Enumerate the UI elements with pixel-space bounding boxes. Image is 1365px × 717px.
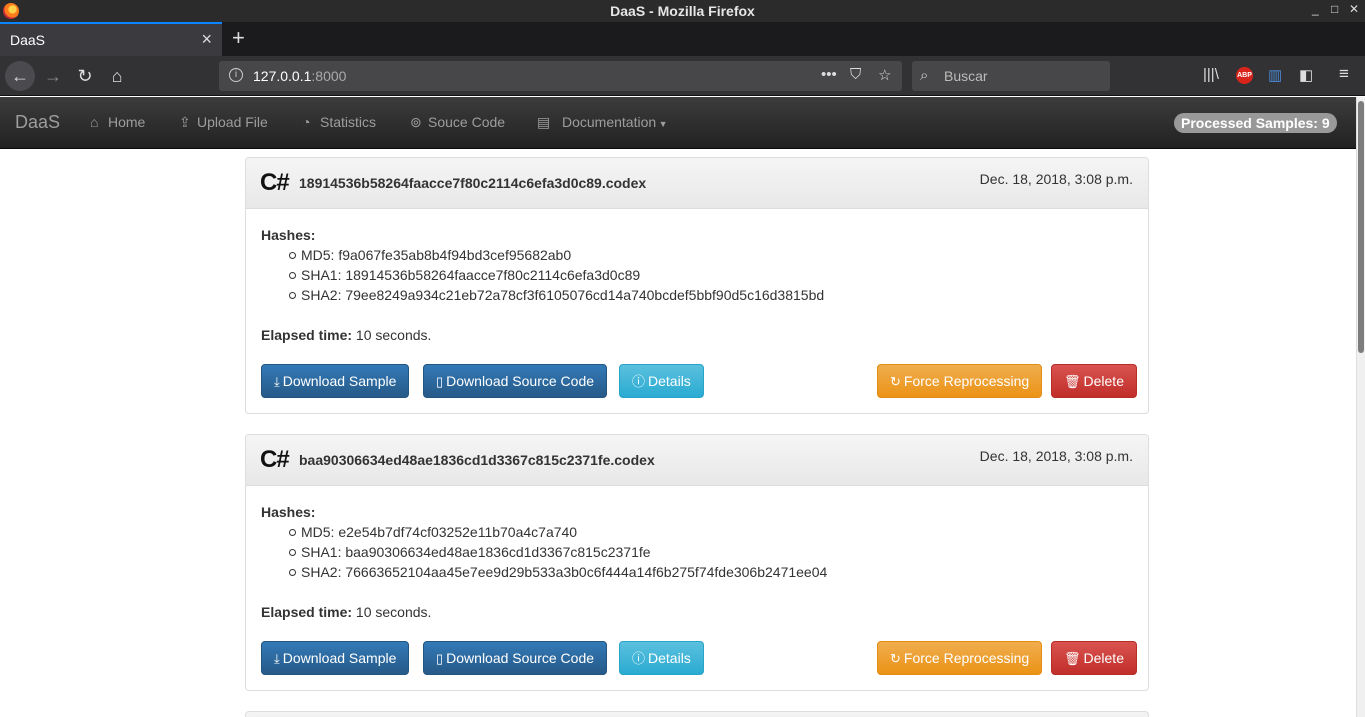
nav-documentation[interactable]: ▤ Documentation ▼ xyxy=(537,114,668,131)
hash-sha2: SHA2: 76663652104aa45e7ee9d29b533a3b0c6f… xyxy=(289,562,1133,582)
book-icon: ▤ xyxy=(537,114,551,130)
sample-panel-partial xyxy=(245,711,1149,717)
search-bar[interactable]: ⌕ Buscar xyxy=(912,61,1110,91)
hashes-title: Hashes: xyxy=(261,504,316,520)
trash-icon: 🗑 xyxy=(1064,651,1081,666)
refresh-icon: ↻ xyxy=(890,374,901,389)
scrollbar-thumb[interactable] xyxy=(1358,101,1364,353)
browser-toolbar: ← → ↻ ⌂ i 127.0.0.1:8000 ••• ⛉ ☆ ⌕ Busca… xyxy=(0,56,1365,96)
tab-strip: DaaS × + xyxy=(0,22,1365,56)
hash-sha1: SHA1: baa90306634ed48ae1836cd1d3367c815c… xyxy=(289,542,1133,562)
adblock-plus-icon[interactable]: ABP xyxy=(1236,67,1253,84)
minimize-button[interactable]: _ xyxy=(1312,2,1319,16)
bookmark-star-icon[interactable]: ☆ xyxy=(878,66,891,84)
download-icon: ⤓ xyxy=(274,374,280,389)
hashes-title: Hashes: xyxy=(261,227,316,243)
download-sample-button[interactable]: ⤓ Download Sample xyxy=(261,641,410,675)
sample-panel-body: Hashes: MD5: f9a067fe35ab8b4f94bd3cef956… xyxy=(261,225,1133,345)
info-icon: ⓘ xyxy=(632,651,646,666)
download-icon: ⤓ xyxy=(274,651,280,666)
sample-panel-header: C# 18914536b58264faacce7f80c2114c6efa3d0… xyxy=(246,158,1148,209)
new-tab-button[interactable]: + xyxy=(232,25,245,51)
search-icon: ⌕ xyxy=(920,67,929,84)
page-scrollbar[interactable] xyxy=(1356,97,1365,717)
sample-filename: 18914536b58264faacce7f80c2114c6efa3d0c89… xyxy=(299,175,647,191)
upload-icon: ⇪ xyxy=(179,114,191,130)
delete-button[interactable]: 🗑 Delete xyxy=(1051,364,1137,398)
code-file-icon: ▯ xyxy=(436,651,444,666)
url-text[interactable]: 127.0.0.1:8000 xyxy=(253,68,346,84)
nav-statistics[interactable]: ◔ Statistics xyxy=(302,114,376,130)
download-source-code-button[interactable]: ▯ Download Source Code xyxy=(423,641,608,675)
download-source-code-button[interactable]: ▯ Download Source Code xyxy=(423,364,608,398)
hash-md5: MD5: e2e54b7df74cf03252e11b70a4c7a740 xyxy=(289,522,1133,542)
hash-list: MD5: f9a067fe35ab8b4f94bd3cef95682ab0 SH… xyxy=(289,245,1133,305)
sample-panel-body: Hashes: MD5: e2e54b7df74cf03252e11b70a4c… xyxy=(261,502,1133,622)
browser-tab[interactable]: DaaS × xyxy=(0,22,222,56)
processed-samples-badge: Processed Samples: 9 xyxy=(1174,113,1337,133)
tab-title: DaaS xyxy=(10,32,46,48)
sample-panel: C# baa90306634ed48ae1836cd1d3367c815c237… xyxy=(245,434,1149,691)
github-icon: ⊚ xyxy=(410,114,422,130)
hash-sha1: SHA1: 18914536b58264faacce7f80c2114c6efa… xyxy=(289,265,1133,285)
window-title: DaaS - Mozilla Firefox xyxy=(610,3,755,19)
os-title-bar: DaaS - Mozilla Firefox _ □ ✕ xyxy=(0,0,1365,22)
download-sample-button[interactable]: ⤓ Download Sample xyxy=(261,364,410,398)
hash-list: MD5: e2e54b7df74cf03252e11b70a4c7a740 SH… xyxy=(289,522,1133,582)
nav-source-code[interactable]: ⊚ Souce Code xyxy=(410,114,505,131)
back-button[interactable]: ← xyxy=(5,61,35,91)
home-icon: ⌂ xyxy=(90,114,99,130)
trash-icon: 🗑 xyxy=(1064,374,1081,389)
code-file-icon: ▯ xyxy=(436,374,444,389)
refresh-icon: ↻ xyxy=(890,651,901,666)
home-button[interactable]: ⌂ xyxy=(103,62,131,90)
tab-close-button[interactable]: × xyxy=(201,29,212,50)
sample-date: Dec. 18, 2018, 3:08 p.m. xyxy=(979,171,1133,187)
menu-icon[interactable]: ≡ xyxy=(1339,64,1349,84)
hash-md5: MD5: f9a067fe35ab8b4f94bd3cef95682ab0 xyxy=(289,245,1133,265)
hash-sha2: SHA2: 79ee8249a934c21eb72a78cf3f6105076c… xyxy=(289,285,1133,305)
forward-button[interactable]: → xyxy=(39,62,67,90)
maximize-button[interactable]: □ xyxy=(1331,2,1338,16)
url-bar[interactable]: i 127.0.0.1:8000 ••• ⛉ ☆ xyxy=(219,61,902,91)
search-placeholder: Buscar xyxy=(944,68,988,84)
info-icon: ⓘ xyxy=(632,374,646,389)
elapsed-time: Elapsed time: 10 seconds. xyxy=(261,327,432,343)
pocket-icon[interactable]: ⛉ xyxy=(850,66,861,83)
sidebar-icon[interactable]: ◧ xyxy=(1299,66,1313,84)
csharp-icon: C# xyxy=(260,169,290,196)
page-actions-icon[interactable]: ••• xyxy=(821,66,837,83)
csharp-icon: C# xyxy=(260,446,290,473)
details-button[interactable]: ⓘ Details xyxy=(619,364,704,398)
details-button[interactable]: ⓘ Details xyxy=(619,641,704,675)
site-navbar: DaaS ⌂ Home ⇪ Upload File ◔ Statistics ⊚ Sou… xyxy=(0,97,1356,149)
sample-panel: C# 18914536b58264faacce7f80c2114c6efa3d0… xyxy=(245,157,1149,414)
sample-filename: baa90306634ed48ae1836cd1d3367c815c2371fe… xyxy=(299,452,655,468)
sample-panel-header: C# baa90306634ed48ae1836cd1d3367c815c237… xyxy=(246,435,1148,486)
site-info-icon[interactable]: i xyxy=(229,68,243,82)
reload-button[interactable]: ↻ xyxy=(71,62,99,90)
sample-date: Dec. 18, 2018, 3:08 p.m. xyxy=(979,448,1133,464)
force-reprocessing-button[interactable]: ↻ Force Reprocessing xyxy=(877,364,1043,398)
library-icon[interactable]: |||\ xyxy=(1203,66,1219,83)
delete-button[interactable]: 🗑 Delete xyxy=(1051,641,1137,675)
caret-down-icon: ▼ xyxy=(656,119,668,129)
nav-home[interactable]: ⌂ Home xyxy=(90,114,145,130)
force-reprocessing-button[interactable]: ↻ Force Reprocessing xyxy=(877,641,1043,675)
brand-link[interactable]: DaaS xyxy=(15,112,60,133)
extension-chart-icon[interactable]: ▥ xyxy=(1268,66,1282,84)
elapsed-time: Elapsed time: 10 seconds. xyxy=(261,604,432,620)
nav-upload-file[interactable]: ⇪ Upload File xyxy=(179,114,268,131)
pie-chart-icon: ◔ xyxy=(302,114,311,130)
close-window-button[interactable]: ✕ xyxy=(1349,2,1359,16)
